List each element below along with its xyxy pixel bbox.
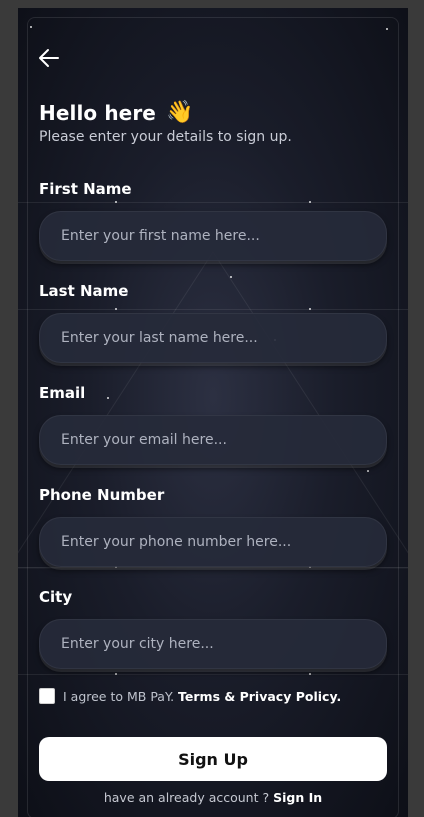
page-subtitle: Please enter your details to sign up. (39, 129, 292, 145)
decorative-line (18, 202, 408, 203)
decorative-dot (309, 201, 311, 203)
email-label: Email (39, 384, 86, 402)
city-input[interactable] (39, 619, 387, 669)
arrow-left-icon (39, 49, 59, 67)
last-name-label: Last Name (39, 282, 129, 300)
decorative-dot (30, 26, 32, 28)
terms-privacy-link[interactable]: Terms & Privacy Policy. (178, 689, 341, 704)
sign-up-button[interactable]: Sign Up (39, 737, 387, 781)
decorative-dot (309, 308, 311, 310)
email-input[interactable] (39, 415, 387, 465)
decorative-dot (115, 308, 117, 310)
terms-agreement: I agree to MB PaY. Terms & Privacy Polic… (39, 688, 341, 704)
agree-prefix: I agree to MB PaY. (63, 688, 175, 704)
sign-in-link[interactable]: Sign In (273, 790, 322, 805)
first-name-input[interactable] (39, 211, 387, 261)
page-title: Hello here 👋 (39, 100, 193, 125)
last-name-input[interactable] (39, 313, 387, 363)
decorative-line (18, 567, 408, 568)
back-button[interactable] (38, 48, 60, 68)
wave-emoji-icon: 👋 (165, 100, 194, 125)
decorative-dot (115, 673, 117, 675)
agree-checkbox[interactable] (39, 688, 55, 704)
decorative-dot (230, 276, 232, 278)
first-name-label: First Name (39, 180, 132, 198)
decorative-dot (107, 397, 109, 399)
decorative-line (18, 309, 408, 310)
title-text: Hello here (39, 100, 156, 125)
agree-text: I agree to MB PaY. Terms & Privacy Polic… (63, 689, 341, 704)
decorative-line (18, 674, 408, 675)
decorative-dot (115, 201, 117, 203)
phone-number-input[interactable] (39, 517, 387, 567)
sign-in-prompt-text: have an already account ? (103, 790, 270, 805)
decorative-dot (386, 28, 388, 30)
signup-screen: Hello here 👋 Please enter your details t… (18, 8, 408, 817)
phone-number-label: Phone Number (39, 486, 165, 504)
sign-in-prompt: have an already account ? Sign In (18, 790, 408, 805)
city-label: City (39, 588, 73, 606)
decorative-dot (309, 673, 311, 675)
decorative-dot (367, 470, 369, 472)
